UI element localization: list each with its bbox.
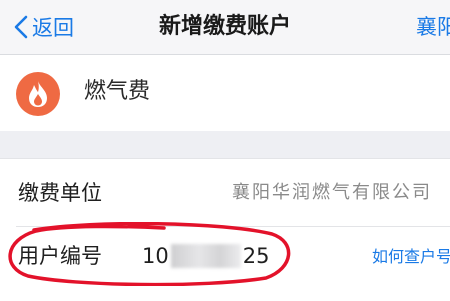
how-to-find-account-link[interactable]: 如何查户号 bbox=[372, 245, 450, 269]
company-row[interactable]: 缴费单位 襄阳华润燃气有限公司 bbox=[0, 162, 450, 227]
flame-icon bbox=[16, 72, 60, 116]
page-title: 新增缴费账户 bbox=[158, 14, 291, 39]
highlight-circle-annotation bbox=[8, 222, 291, 286]
service-name: 燃气费 bbox=[84, 79, 151, 104]
navigation-bar: 返回 新增缴费账户 襄阳 bbox=[0, 0, 450, 55]
city-selector[interactable]: 襄阳 bbox=[416, 10, 450, 44]
service-header: 燃气费 bbox=[0, 55, 450, 131]
company-value: 襄阳华润燃气有限公司 bbox=[232, 182, 432, 203]
company-label: 缴费单位 bbox=[18, 181, 102, 205]
